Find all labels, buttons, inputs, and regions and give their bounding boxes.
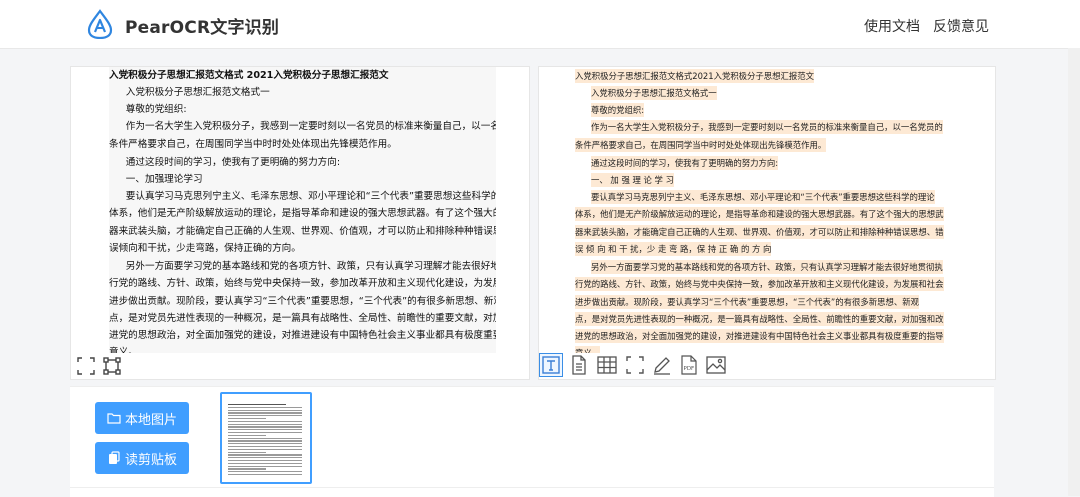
thumbnail-line (228, 454, 302, 456)
thumbnail-line (228, 451, 266, 453)
document-title: 入党积极分子思想汇报范文格式2021入党积极分子思想汇报范文 (575, 68, 815, 83)
document-line: 一、加强理论学习 (125, 173, 203, 185)
document-line: 作为一名大学生入党积极分子，我感到一定要时刻以一名党员的标准来衡量自己，以一名党… (591, 120, 943, 135)
thumbnail-line (228, 418, 266, 420)
clipboard-icon (108, 451, 120, 464)
document-line: 尊敬的党组织: (125, 104, 187, 116)
thumbnail-line (228, 474, 302, 476)
image-thumbnail[interactable] (220, 392, 312, 484)
document-line: 体系，他们是无产阶级解放运动的理论，是指导革命和建设的强大思想武器。有了这个强大… (575, 207, 944, 222)
thumbnail-line (228, 437, 302, 439)
document-line: 入党积极分子思想汇报范文格式一 (591, 86, 717, 101)
document-line: 行党的路线、方针、政策，始终与党中央保持一致，参加改革开放和主义现代化建设，为发… (575, 276, 944, 291)
upload-area: 本地图片 读剪贴板 (70, 386, 994, 497)
document-line: 误倾向和干扰，少走弯路，保持正确的方向。 (109, 243, 301, 255)
document-line: 尊敬的党组织: (591, 103, 645, 118)
pear-logo-icon (87, 9, 113, 39)
edit-icon[interactable] (650, 353, 674, 377)
divider (70, 487, 994, 488)
folder-icon (107, 413, 121, 424)
document-line: 进步做出贡献。现阶段，要认真学习“三个代表”重要思想，“三个代表”的有很多新思想… (575, 294, 919, 309)
page-scrollbar[interactable] (1068, 48, 1080, 496)
thumbnail-line (228, 434, 266, 436)
source-document-image: 入党积极分子思想汇报范文格式 2021入党积极分子思想汇报范文入党积极分子思想汇… (109, 67, 496, 353)
brand-name: PearOCR文字识别 (125, 18, 280, 38)
nav-feedback-link[interactable]: 反馈意见 (933, 16, 989, 36)
image-icon[interactable] (704, 353, 728, 377)
nav-docs-link[interactable]: 使用文档 (864, 16, 920, 36)
thumbnail-line (228, 457, 302, 459)
thumbnail-line (228, 412, 302, 414)
thumbnail-line (228, 420, 302, 422)
thumbnail-line (228, 460, 302, 462)
thumbnail-line (228, 426, 302, 428)
read-clipboard-label: 读剪贴板 (124, 452, 177, 468)
thumbnail-line (228, 409, 302, 411)
document-line: 进党的思想政治，对全面加强党的建设，对推进建设有中国特色社会主义事业都具有极度重… (109, 330, 496, 342)
document-line: 另外一方面要学习党的基本路线和党的各项方针、政策，只有认真学习理解才能去很好地贯… (591, 259, 943, 274)
document-line: 点，是对党员先进性表现的一种概况，是一篇具有战略性、全局性、前瞻性的重要文献，对… (109, 312, 496, 324)
thumbnail-line (228, 446, 302, 448)
local-image-label: 本地图片 (124, 412, 177, 428)
thumbnail-line (228, 462, 302, 464)
document-line: 进步做出贡献。现阶段，要认真学习“三个代表”重要思想，“三个代表”的有很多新思想… (109, 295, 496, 307)
document-line: 意义。 (575, 346, 601, 353)
document-line: 器来武装头脑，才能确定自己正确的人生观、世界观、价值观，才可以防止和排除种种错误… (109, 226, 496, 238)
ocr-result-text[interactable]: 入党积极分子思想汇报范文格式2021入党积极分子思想汇报范文入党积极分子思想汇报… (575, 67, 955, 353)
document-line: 条件严格要求自己，在周围同学当中时时处处体现出先锋模范作用。 (109, 139, 397, 151)
document-line: 入党积极分子思想汇报范文格式一 (125, 87, 270, 99)
thumbnail-line (228, 423, 302, 425)
thumbnail-line (228, 429, 302, 431)
document-line: 通过这段时间的学习，使我有了更明确的努力方向: (125, 156, 341, 168)
document-line: 要认真学习马克思列宁主义、毛泽东思想、邓小平理论和“三个代表”重要思想这些科学的… (591, 189, 935, 204)
app-header: PearOCR文字识别 使用文档 反馈意见 (0, 0, 1080, 49)
table-icon[interactable] (595, 353, 619, 377)
fullscreen-icon[interactable] (623, 353, 647, 377)
document-line: 误 倾 向 和 干 扰，少 走 弯 路，保 持 正 确 的 方 向 (575, 242, 772, 257)
document-line: 通过这段时间的学习，使我有了更明确的努力方向: (591, 155, 779, 170)
document-line: 进党的思想政治，对全面加强党的建设，对推进建设有中国特色社会主义事业都具有极度重… (575, 329, 944, 344)
thumbnail-line (228, 406, 302, 408)
thumbnail-line (228, 432, 302, 434)
read-clipboard-button[interactable]: 读剪贴板 (95, 442, 189, 474)
document-line: 器来武装头脑，才能确定自己正确的人生观、世界观、价值观，才可以防止和排除种种错误… (575, 225, 944, 240)
thumbnail-line (228, 465, 302, 467)
svg-text:PDF: PDF (684, 366, 695, 372)
fullscreen-icon[interactable] (77, 357, 95, 375)
thumbnail-line (228, 468, 266, 470)
document-line: 条件严格要求自己，在周围同学当中时时处处体现出先锋模范作用。 (575, 138, 827, 153)
document-line: 行党的路线、方针、政策，始终与党中央保持一致，参加改革开放和主义现代化建设，为发… (109, 277, 496, 289)
document-line: 另外一方面要学习党的基本路线和党的各项方针、政策，只有认真学习理解才能去很好地贯… (125, 260, 496, 272)
document-icon[interactable] (567, 353, 591, 377)
document-line: 点，是对党员先进性表现的一种概况，是一篇具有战略性、全局性、前瞻性的重要文献，对… (575, 311, 944, 326)
text-mode-icon[interactable] (539, 353, 563, 377)
thumbnail-line (228, 415, 302, 417)
ocr-result-panel: 入党积极分子思想汇报范文格式2021入党积极分子思想汇报范文入党积极分子思想汇报… (538, 66, 996, 380)
source-image-panel: 入党积极分子思想汇报范文格式 2021入党积极分子思想汇报范文入党积极分子思想汇… (70, 66, 530, 380)
document-title: 入党积极分子思想汇报范文格式 2021入党积极分子思想汇报范文 (109, 69, 389, 81)
thumbnail-line (228, 404, 286, 406)
thumbnail-line (228, 440, 302, 442)
document-line: 体系，他们是无产阶级解放运动的理论，是指导革命和建设的强大思想武器。有了这个强大… (109, 208, 496, 220)
thumbnail-line (228, 471, 302, 473)
pdf-icon[interactable]: PDF (677, 353, 701, 377)
thumbnail-line (228, 443, 302, 445)
local-image-button[interactable]: 本地图片 (95, 402, 189, 434)
document-line: 一、 加 强 理 论 学 习 (591, 172, 674, 187)
crop-icon[interactable] (103, 357, 121, 375)
document-line: 意义。 (109, 347, 138, 353)
document-line: 作为一名大学生入党积极分子，我感到一定要时刻以一名党员的标准来衡量自己，以一名党… (125, 121, 496, 133)
document-line: 要认真学习马克思列宁主义、毛泽东思想、邓小平理论和“三个代表”重要思想这些科学的… (125, 190, 496, 202)
thumbnail-line (228, 448, 302, 450)
